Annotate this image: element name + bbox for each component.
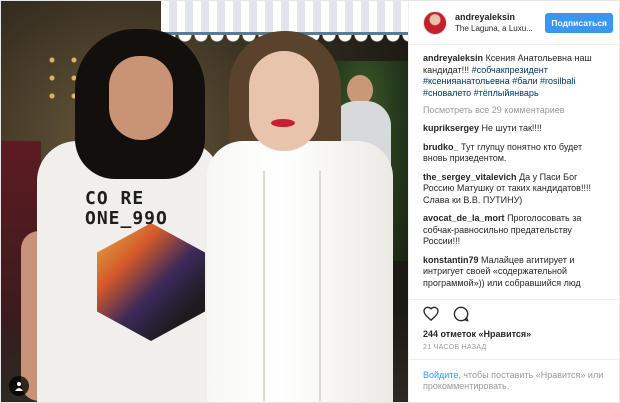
follow-button[interactable]: Подписаться bbox=[545, 12, 613, 33]
comment-username[interactable]: avocat_de_la_mort bbox=[423, 213, 505, 223]
login-prompt: Войдите, чтобы поставить «Нравится» или … bbox=[409, 360, 619, 402]
header-location[interactable]: The Laguna, a Luxu... bbox=[455, 24, 545, 33]
comment: brudko_ Тут глупцу понятно кто будет вно… bbox=[423, 142, 605, 165]
timestamp[interactable]: 21 ЧАСОВ НАЗАД bbox=[409, 339, 619, 360]
likes-count[interactable]: 244 отметок «Нравится» bbox=[409, 329, 619, 339]
comment-username[interactable]: kupriksergey bbox=[423, 123, 479, 133]
instagram-post: CO RE ONE_99O andreyaleksin The Laguna, … bbox=[0, 0, 620, 403]
man-face bbox=[109, 56, 173, 140]
post-photo[interactable]: CO RE ONE_99O bbox=[1, 1, 408, 402]
heart-icon[interactable] bbox=[423, 306, 439, 323]
comment: konstantin79 Малайцев агитирует и интриг… bbox=[423, 255, 605, 290]
comment-icon[interactable] bbox=[453, 306, 469, 324]
post-sidebar: andreyaleksin The Laguna, a Luxu... Подп… bbox=[408, 1, 619, 402]
comment-username[interactable]: the_sergey_vitalevich bbox=[423, 172, 517, 182]
post-header: andreyaleksin The Laguna, a Luxu... Подп… bbox=[409, 1, 619, 45]
header-text: andreyaleksin The Laguna, a Luxu... bbox=[455, 12, 545, 33]
woman-dress bbox=[207, 141, 393, 402]
shirt-print: CO RE ONE_99O bbox=[85, 189, 168, 229]
comment-text: Не шути так!!!! bbox=[481, 123, 542, 133]
login-link[interactable]: Войдите bbox=[423, 370, 458, 380]
comment-username[interactable]: brudko_ bbox=[423, 142, 459, 152]
action-bar bbox=[409, 299, 619, 329]
comment: avocat_de_la_mort Проголосовать за собча… bbox=[423, 213, 605, 248]
shirt-print-line-2: ONE_99O bbox=[85, 208, 168, 229]
view-all-comments[interactable]: Посмотреть все 29 комментариев bbox=[423, 105, 605, 115]
avatar[interactable] bbox=[423, 10, 447, 35]
user-tag-icon[interactable] bbox=[9, 376, 29, 396]
woman-lips bbox=[271, 119, 295, 127]
comment: the_sergey_vitalevich Да у Паси Бог Росс… bbox=[423, 172, 605, 207]
comments-list: andreyaleksin Ксения Анатольевна наш кан… bbox=[409, 45, 619, 299]
awning bbox=[161, 1, 408, 35]
shirt-print-line-1: CO RE bbox=[85, 188, 145, 209]
comment-username[interactable]: konstantin79 bbox=[423, 255, 479, 265]
dress-fold bbox=[319, 171, 321, 401]
comment: kupriksergey Не шути так!!!! bbox=[423, 123, 605, 135]
dress-fold bbox=[263, 171, 265, 401]
caption-username[interactable]: andreyaleksin bbox=[423, 53, 483, 63]
woman-face bbox=[249, 51, 319, 151]
header-username[interactable]: andreyaleksin bbox=[455, 12, 545, 22]
caption: andreyaleksin Ксения Анатольевна наш кан… bbox=[423, 53, 605, 99]
